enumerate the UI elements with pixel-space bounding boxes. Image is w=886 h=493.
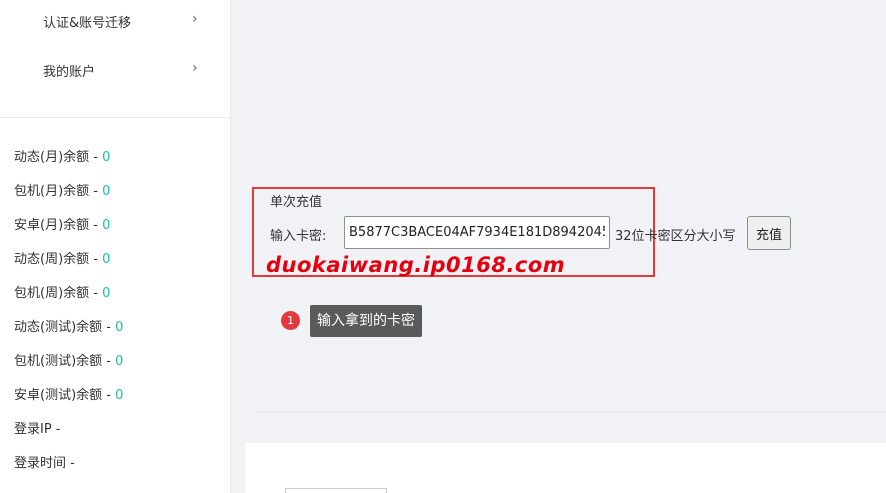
stat-value: 0 [115,388,124,403]
stat-label: 动态(测试)余额 - [14,320,116,335]
watermark-text: duokaiwang.ip0168.com [266,253,566,277]
sidebar-item-label: 我的账户 [43,65,96,80]
chevron-right-icon: › [192,60,198,76]
sidebar: 认证&账号迁移 › 我的账户 › 动态(月)余额 - 0 包机(月)余额 - 0… [0,0,231,493]
stat-label: 包机(月)余额 - [14,184,103,199]
step-number-badge: 1 [281,311,300,330]
sidebar-item-my-account[interactable]: 我的账户 › [0,55,230,85]
lower-panel [245,443,886,493]
content-divider [256,412,886,413]
login-ip: 登录IP - [14,422,61,437]
card-key-hint: 32位卡密区分大小写 [615,229,736,244]
sidebar-item-account-migration[interactable]: 认证&账号迁移 › [0,6,230,36]
stat-label: 包机(测试)余额 - [14,354,116,369]
page: 认证&账号迁移 › 我的账户 › 动态(月)余额 - 0 包机(月)余额 - 0… [0,0,886,493]
balance-dynamic-test: 动态(测试)余额 - 0 [14,316,123,336]
card-key-label: 输入卡密: [270,229,327,244]
stat-label: 包机(周)余额 - [14,286,103,301]
section-title: 单次充值 [270,195,323,210]
lower-panel-control[interactable] [285,488,387,493]
balance-dynamic-month: 动态(月)余额 - 0 [14,146,110,166]
stat-value: 0 [102,286,111,301]
sidebar-divider [0,117,230,118]
step-tooltip: 输入拿到的卡密 [310,305,422,337]
card-key-input[interactable] [344,216,610,249]
stat-label: 安卓(测试)余额 - [14,388,116,403]
stat-label: 动态(月)余额 - [14,150,103,165]
stat-value: 0 [115,320,124,335]
stat-label: 安卓(月)余额 - [14,218,103,233]
sidebar-item-label: 认证&账号迁移 [43,16,132,31]
chevron-right-icon: › [192,11,198,27]
balance-android-month: 安卓(月)余额 - 0 [14,214,110,234]
stat-value: 0 [115,354,124,369]
login-time: 登录时间 - [14,456,75,471]
stat-value: 0 [102,150,111,165]
stat-label: 动态(周)余额 - [14,252,103,267]
recharge-button[interactable]: 充值 [747,216,791,250]
balance-dedicated-week: 包机(周)余额 - 0 [14,282,110,302]
balance-android-test: 安卓(测试)余额 - 0 [14,384,123,404]
stat-value: 0 [102,184,111,199]
stat-value: 0 [102,218,111,233]
stat-value: 0 [102,252,111,267]
balance-dynamic-week: 动态(周)余额 - 0 [14,248,110,268]
balance-dedicated-test: 包机(测试)余额 - 0 [14,350,123,370]
balance-dedicated-month: 包机(月)余额 - 0 [14,180,110,200]
